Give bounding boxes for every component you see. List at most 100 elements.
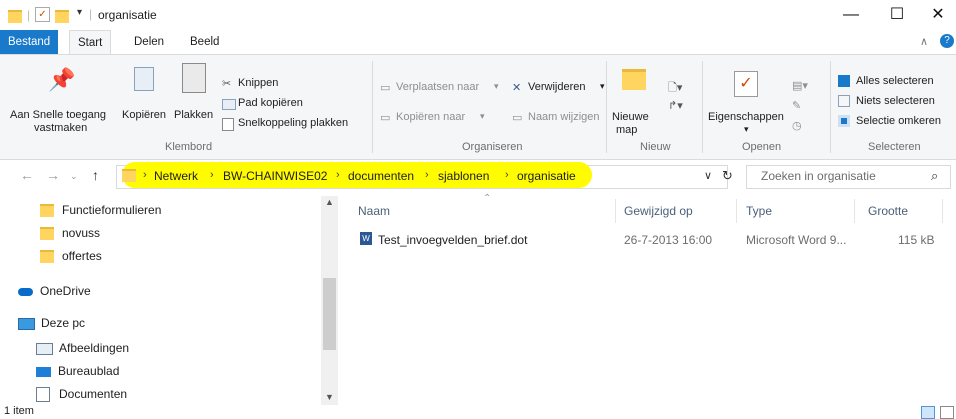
select-all-icon — [838, 75, 850, 87]
paste-icon — [182, 63, 206, 93]
nav-item-pictures[interactable]: Afbeeldingen — [36, 337, 129, 359]
open-group-label: Openen — [742, 141, 782, 153]
scroll-up-icon[interactable]: ▲ — [325, 197, 334, 207]
breadcrumb-chevron[interactable]: › — [505, 169, 509, 181]
scrollbar-thumb[interactable] — [323, 278, 336, 350]
breadcrumb-netwerk[interactable]: Netwerk — [154, 169, 198, 183]
back-icon[interactable]: ← — [20, 167, 34, 183]
breadcrumb-chevron[interactable]: › — [425, 169, 429, 181]
tab-view[interactable]: Beeld — [182, 30, 227, 54]
separator: | — [89, 7, 93, 21]
copy-button[interactable]: Kopiëren — [120, 59, 174, 123]
recent-locations-icon[interactable]: ⌄ — [70, 171, 78, 182]
sort-ascending-icon: ⌃ — [483, 193, 492, 204]
nav-item-documents[interactable]: Documenten — [36, 383, 127, 405]
word-document-icon: W — [360, 232, 372, 245]
customize-quick-access-icon[interactable]: ▾ — [77, 7, 82, 18]
file-row[interactable]: W Test_invoegvelden_brief.dot 26-7-2013 … — [352, 228, 952, 250]
forward-icon[interactable]: → — [46, 167, 60, 183]
nav-item-label: Afbeeldingen — [59, 341, 130, 355]
copy-path-icon — [222, 99, 236, 110]
column-header-size[interactable]: Grootte — [868, 204, 908, 218]
nav-item-this-pc[interactable]: Deze pc — [18, 312, 85, 334]
collapse-ribbon-icon[interactable]: ∧ — [920, 35, 928, 48]
breadcrumb-server[interactable]: BW-CHAINWISE02 — [223, 169, 327, 183]
address-dropdown-icon[interactable]: ∨ — [704, 169, 712, 182]
nav-item-label: Documenten — [59, 387, 128, 401]
scroll-down-icon[interactable]: ▼ — [325, 392, 334, 402]
breadcrumb-sjablonen[interactable]: sjablonen — [438, 169, 489, 183]
nav-item-novuss[interactable]: novuss — [40, 222, 100, 244]
close-button[interactable]: ✕ — [920, 0, 956, 30]
paste-button[interactable]: Plakken — [172, 59, 218, 123]
column-header-type[interactable]: Type — [746, 204, 772, 218]
delete-dropdown-icon: ▾ — [600, 81, 605, 91]
maximize-button[interactable]: ☐ — [874, 0, 920, 30]
properties-quick-icon[interactable]: ✓ — [35, 7, 50, 22]
group-separator — [702, 61, 703, 153]
new-item-icon[interactable]: 🗋▾ — [668, 79, 682, 98]
documents-icon — [36, 387, 50, 403]
breadcrumb-chevron[interactable]: › — [336, 169, 340, 181]
paste-label: Plakken — [174, 109, 214, 121]
file-modified: 26-7-2013 16:00 — [624, 233, 713, 247]
details-view-icon[interactable] — [921, 406, 935, 419]
scissors-icon: ✂ — [222, 78, 232, 90]
folder-icon — [8, 10, 22, 23]
ribbon-tabs: Bestand Start Delen Beeld ∧ ? — [0, 30, 956, 55]
column-separator[interactable] — [854, 199, 855, 223]
column-header-modified[interactable]: Gewijzigd op — [624, 204, 693, 218]
breadcrumb-chevron[interactable]: › — [210, 169, 214, 181]
easy-access-icon[interactable]: ↱▾ — [668, 99, 683, 112]
breadcrumb-documenten[interactable]: documenten — [348, 169, 414, 183]
select-group-label: Selecteren — [868, 141, 921, 153]
tab-file[interactable]: Bestand — [0, 30, 59, 54]
tab-home[interactable]: Start — [69, 30, 112, 55]
nav-item-label: novuss — [62, 226, 101, 240]
new-folder-quick-icon[interactable] — [55, 10, 69, 23]
invert-selection-label: Selectie omkeren — [856, 115, 941, 127]
pin-quick-access-button[interactable]: 📌 Aan Snelle toegang vastmaken — [4, 59, 114, 135]
edit-icon[interactable]: ✎ — [792, 99, 801, 112]
rename-icon: ▭ — [512, 112, 523, 124]
search-icon[interactable]: ⌕ — [931, 168, 938, 184]
desktop-icon — [36, 366, 51, 377]
refresh-icon[interactable]: ↻ — [722, 168, 733, 184]
paste-shortcut-icon — [222, 118, 234, 131]
up-icon[interactable]: ↑ — [92, 167, 99, 183]
properties-icon: ✓ — [734, 71, 758, 97]
column-separator[interactable] — [736, 199, 737, 223]
breadcrumb-organisatie[interactable]: organisatie — [517, 169, 576, 183]
large-icons-view-icon[interactable] — [940, 406, 954, 419]
open-icon[interactable]: ▤▾ — [792, 79, 808, 92]
history-icon[interactable]: ◷ — [792, 119, 802, 132]
move-to-icon: ▭ — [380, 82, 391, 94]
delete-label: Verwijderen — [528, 81, 586, 93]
nav-item-label: Bureaublad — [58, 364, 120, 378]
copy-label: Kopiëren — [122, 109, 167, 121]
pin-icon: 📌 — [48, 67, 76, 92]
nav-item-label: offertes — [62, 249, 102, 263]
column-separator[interactable] — [615, 199, 616, 223]
nav-item-offertes[interactable]: offertes — [40, 245, 102, 267]
column-separator[interactable] — [942, 199, 943, 223]
help-icon[interactable]: ? — [940, 34, 954, 48]
address-row: ← → ⌄ ↑ › Netwerk › BW-CHAINWISE02 › doc… — [0, 160, 956, 192]
properties-button[interactable]: ✓ Eigenschappen ▾ — [706, 59, 786, 137]
breadcrumb-chevron[interactable]: › — [143, 169, 147, 181]
new-folder-button[interactable]: Nieuwe map — [610, 59, 660, 137]
nav-item-onedrive[interactable]: OneDrive — [18, 280, 91, 302]
folder-icon — [40, 204, 54, 218]
file-name: Test_invoegvelden_brief.dot — [378, 233, 528, 247]
minimize-button[interactable]: — — [828, 0, 874, 30]
navigation-pane: Functieformulieren novuss offertes OneDr… — [0, 196, 338, 405]
onedrive-icon — [18, 287, 33, 296]
cut-label: Knippen — [238, 77, 279, 89]
tab-share[interactable]: Delen — [126, 30, 172, 54]
column-header-name[interactable]: Naam — [358, 204, 390, 218]
search-box[interactable]: Zoeken in organisatie ⌕ — [746, 165, 951, 189]
nav-item-functieformulieren[interactable]: Functieformulieren — [40, 199, 161, 221]
file-size: 115 kB — [898, 233, 935, 247]
window-title: organisatie — [98, 8, 157, 22]
nav-item-desktop[interactable]: Bureaublad — [36, 360, 119, 382]
